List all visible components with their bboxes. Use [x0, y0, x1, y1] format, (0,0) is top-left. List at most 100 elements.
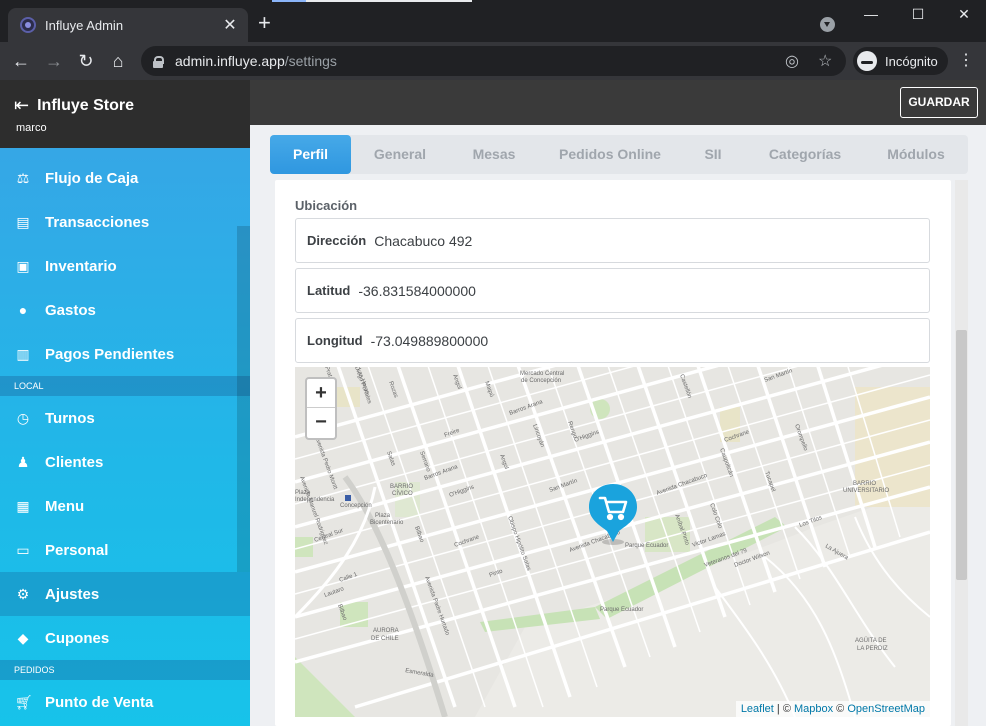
url-path: /settings: [284, 53, 337, 69]
svg-text:Mercado Central: Mercado Central: [520, 371, 564, 377]
longitude-input[interactable]: -73.049889800000: [371, 333, 489, 349]
store-name: Influye Store: [37, 96, 134, 114]
tab-loading-accent: [272, 0, 306, 2]
sidebar-item-turnos[interactable]: ◷ Turnos: [0, 396, 250, 440]
map-attribution: Leaflet | © Mapbox © OpenStreetMap: [735, 701, 930, 717]
leaflet-link[interactable]: Leaflet: [741, 703, 774, 715]
clock-icon: ◷: [16, 409, 30, 426]
sidebar-item-inventario[interactable]: ▣ Inventario: [0, 244, 250, 288]
maximize-window-icon[interactable]: ☐: [895, 6, 941, 26]
svg-text:Bicentenario: Bicentenario: [370, 520, 404, 526]
tab-modulos[interactable]: Módulos: [876, 135, 956, 174]
tab-pedidos-online[interactable]: Pedidos Online: [554, 135, 666, 174]
settings-main: Perfil General Mesas Pedidos Online SII …: [250, 125, 986, 726]
sidebar-item-label: Gastos: [45, 301, 96, 319]
id-card-icon: ▭: [16, 541, 30, 558]
openstreetmap-link[interactable]: OpenStreetMap: [847, 703, 925, 715]
latitude-field[interactable]: Latitud -36.831584000000: [295, 268, 930, 313]
svg-text:DE CHILE: DE CHILE: [371, 636, 399, 642]
sidebar-item-cupones[interactable]: ◆ Cupones: [0, 616, 250, 660]
longitude-label: Longitud: [307, 333, 363, 348]
sidebar-item-label: Inventario: [45, 257, 117, 275]
address-field[interactable]: Dirección Chacabuco 492: [295, 218, 930, 263]
tab-general[interactable]: General: [360, 135, 440, 174]
clipboard-icon: ▥: [16, 345, 30, 362]
main-scrollbar-thumb[interactable]: [956, 330, 967, 580]
sidebar-item-label: Turnos: [45, 409, 95, 427]
browser-menu-icon[interactable]: ⋮: [958, 51, 974, 71]
svg-text:Plaza: Plaza: [375, 513, 391, 519]
sidebar-item-flujo-de-caja[interactable]: ⚖ Flujo de Caja: [0, 156, 250, 200]
mapbox-link[interactable]: Mapbox: [794, 703, 833, 715]
address-input[interactable]: Chacabuco 492: [374, 233, 472, 249]
zoom-in-button[interactable]: +: [307, 379, 335, 408]
tab-perfil[interactable]: Perfil: [270, 135, 351, 174]
menu-book-icon: ▦: [16, 497, 30, 514]
sidebar-item-label: Pagos Pendientes: [45, 345, 175, 363]
attribution-separator: ©: [833, 703, 848, 715]
sidebar-item-label: Personal: [45, 541, 109, 559]
sidebar-scrollbar[interactable]: [237, 226, 250, 572]
lock-icon[interactable]: [153, 55, 164, 68]
url-host: admin.influye.app: [175, 53, 285, 69]
incognito-label: Incógnito: [885, 53, 938, 69]
sidebar-item-personal[interactable]: ▭ Personal: [0, 528, 250, 572]
browser-tab-strip: Influye Admin ✕ + — ☐ ✕: [0, 0, 986, 42]
tab-search-icon[interactable]: [820, 17, 835, 32]
tab-loading-accent-light: [306, 0, 472, 2]
sidebar-brand: ⇤ Influye Store marco: [0, 80, 250, 148]
sidebar-item-label: Transacciones: [45, 213, 150, 231]
tab-sii[interactable]: SII: [680, 135, 746, 174]
tab-mesas[interactable]: Mesas: [452, 135, 536, 174]
location-card: Ubicación Dirección Chacabuco 492 Latitu…: [275, 180, 951, 726]
main-scrollbar[interactable]: [955, 180, 968, 726]
sidebar-item-label: Clientes: [45, 453, 104, 471]
svg-text:CÍVICO: CÍVICO: [392, 490, 413, 497]
minimize-window-icon[interactable]: —: [848, 6, 894, 26]
eye-slash-icon[interactable]: ◎: [785, 51, 799, 71]
forward-arrow-icon[interactable]: →: [43, 50, 65, 72]
svg-text:Parque Ecuador: Parque Ecuador: [600, 607, 643, 613]
sidebar-item-gastos[interactable]: ● Gastos: [0, 288, 250, 332]
sidebar-nav: ⚖ Flujo de Caja ▤ Transacciones ▣ Invent…: [0, 156, 250, 724]
sign-out-icon[interactable]: ⇤: [14, 95, 29, 116]
sidebar-item-pagos-pendientes[interactable]: ▥ Pagos Pendientes: [0, 332, 250, 376]
tab-categorias[interactable]: Categorías: [762, 135, 848, 174]
sidebar-item-label: Flujo de Caja: [45, 169, 139, 187]
sidebar-item-menu[interactable]: ▦ Menu: [0, 484, 250, 528]
address-bar[interactable]: admin.influye.app/settings ◎ ☆: [141, 46, 846, 76]
bookmark-star-icon[interactable]: ☆: [818, 51, 832, 71]
svg-text:AGÜITA DE: AGÜITA DE: [855, 637, 887, 644]
back-arrow-icon[interactable]: ←: [10, 50, 32, 72]
sidebar-item-punto-de-venta[interactable]: 🛒︎ Punto de Venta: [0, 680, 250, 724]
attribution-separator: | ©: [773, 703, 794, 715]
sidebar-item-ajustes[interactable]: ⚙ Ajustes: [0, 572, 250, 616]
sidebar-section-local: LOCAL: [0, 376, 250, 396]
location-map[interactable]: Mercado Central de Concepción BARRIO UNI…: [295, 367, 930, 717]
settings-tabs: Perfil General Mesas Pedidos Online SII …: [270, 135, 968, 174]
scale-icon: ⚖: [16, 169, 30, 186]
svg-text:UNIVERSITARIO: UNIVERSITARIO: [843, 488, 890, 494]
new-tab-icon[interactable]: +: [258, 12, 271, 34]
close-window-icon[interactable]: ✕: [941, 6, 986, 26]
sidebar-section-pedidos: PEDIDOS: [0, 660, 250, 680]
store-location-marker[interactable]: [587, 482, 639, 546]
zoom-out-button[interactable]: −: [307, 408, 335, 437]
home-icon[interactable]: ⌂: [107, 50, 129, 72]
influye-favicon-icon: [20, 17, 36, 33]
receipt-icon: ▤: [16, 213, 30, 230]
map-zoom-control: + −: [305, 377, 337, 440]
incognito-indicator[interactable]: Incógnito: [853, 47, 948, 75]
browser-tab[interactable]: Influye Admin ✕: [8, 8, 248, 42]
sidebar-item-clientes[interactable]: ♟ Clientes: [0, 440, 250, 484]
longitude-field[interactable]: Longitud -73.049889800000: [295, 318, 930, 363]
latitude-label: Latitud: [307, 283, 351, 298]
svg-text:Concepción: Concepción: [340, 503, 372, 509]
close-tab-icon[interactable]: ✕: [222, 15, 238, 35]
latitude-input[interactable]: -36.831584000000: [358, 283, 476, 299]
reload-icon[interactable]: ↻: [75, 50, 97, 72]
browser-tab-title: Influye Admin: [45, 17, 124, 33]
ticket-icon: ◆: [17, 629, 29, 646]
sidebar-item-transacciones[interactable]: ▤ Transacciones: [0, 200, 250, 244]
save-button[interactable]: GUARDAR: [900, 87, 978, 118]
